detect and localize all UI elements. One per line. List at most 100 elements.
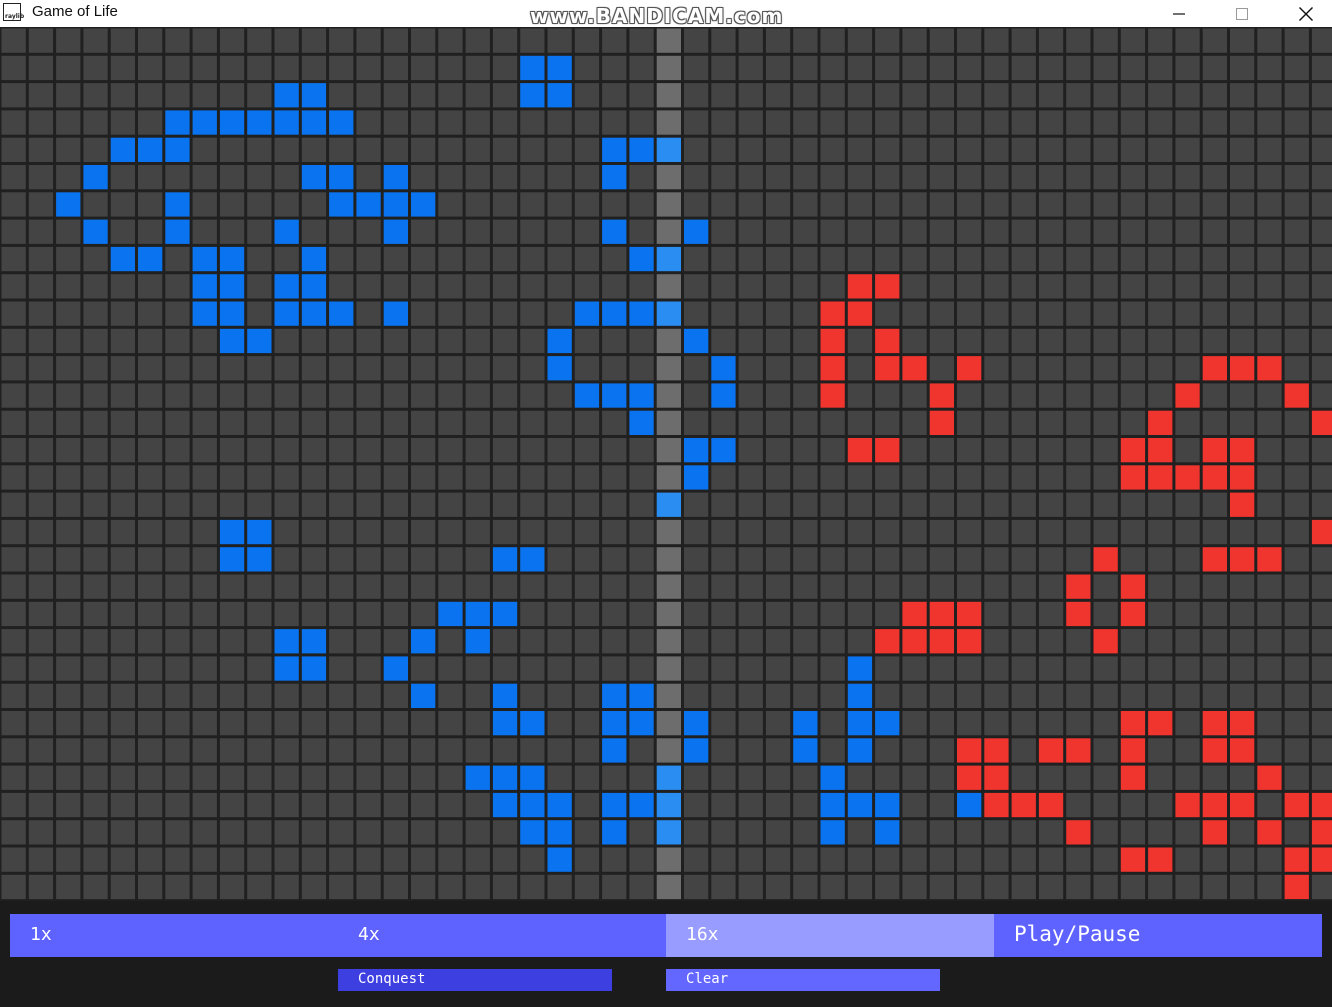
empty-cell[interactable] <box>984 820 1009 845</box>
empty-cell[interactable] <box>957 492 982 517</box>
empty-cell[interactable] <box>1175 738 1200 763</box>
empty-cell[interactable] <box>356 165 381 190</box>
empty-cell[interactable] <box>1284 656 1309 681</box>
empty-cell[interactable] <box>820 519 845 545</box>
empty-cell[interactable] <box>329 328 354 354</box>
empty-cell[interactable] <box>1175 519 1200 545</box>
empty-cell[interactable] <box>929 574 954 599</box>
empty-cell[interactable] <box>738 274 763 299</box>
empty-cell[interactable] <box>56 410 81 435</box>
empty-cell[interactable] <box>83 83 108 108</box>
empty-cell[interactable] <box>438 55 463 81</box>
empty-cell[interactable] <box>1066 656 1091 681</box>
empty-cell[interactable] <box>984 110 1009 135</box>
empty-cell[interactable] <box>684 246 709 272</box>
empty-cell[interactable] <box>574 246 600 272</box>
blue-cell[interactable] <box>492 547 518 572</box>
empty-cell[interactable] <box>738 601 763 627</box>
empty-cell[interactable] <box>329 383 354 408</box>
blue-cell[interactable] <box>411 683 436 708</box>
empty-cell[interactable] <box>711 110 736 135</box>
empty-cell[interactable] <box>192 28 217 53</box>
empty-cell[interactable] <box>765 356 791 381</box>
speed-16x-button[interactable]: 16x <box>666 914 994 957</box>
empty-cell[interactable] <box>1148 492 1173 517</box>
empty-cell[interactable] <box>684 874 709 900</box>
empty-cell[interactable] <box>383 683 408 708</box>
red-cell[interactable] <box>1311 410 1332 435</box>
close-icon[interactable] <box>1283 0 1329 27</box>
empty-cell[interactable] <box>929 246 954 272</box>
blue-cell[interactable] <box>711 383 736 408</box>
empty-cell[interactable] <box>301 28 327 53</box>
empty-cell[interactable] <box>83 683 108 708</box>
divider-cell[interactable] <box>656 83 681 108</box>
empty-cell[interactable] <box>875 847 900 872</box>
red-cell[interactable] <box>1066 738 1091 763</box>
empty-cell[interactable] <box>329 847 354 872</box>
empty-cell[interactable] <box>793 219 818 244</box>
empty-cell[interactable] <box>847 629 873 654</box>
empty-cell[interactable] <box>1120 383 1146 408</box>
empty-cell[interactable] <box>1311 55 1332 81</box>
empty-cell[interactable] <box>301 765 327 790</box>
empty-cell[interactable] <box>1038 683 1064 708</box>
empty-cell[interactable] <box>1066 328 1091 354</box>
empty-cell[interactable] <box>902 137 927 162</box>
empty-cell[interactable] <box>547 301 572 326</box>
empty-cell[interactable] <box>1202 192 1227 217</box>
empty-cell[interactable] <box>356 465 381 490</box>
empty-cell[interactable] <box>247 765 272 790</box>
empty-cell[interactable] <box>929 765 954 790</box>
empty-cell[interactable] <box>1 683 26 708</box>
empty-cell[interactable] <box>793 656 818 681</box>
empty-cell[interactable] <box>1257 219 1282 244</box>
empty-cell[interactable] <box>765 656 791 681</box>
empty-cell[interactable] <box>192 519 217 545</box>
empty-cell[interactable] <box>793 547 818 572</box>
empty-cell[interactable] <box>1011 547 1036 572</box>
empty-cell[interactable] <box>520 383 545 408</box>
empty-cell[interactable] <box>574 629 600 654</box>
empty-cell[interactable] <box>1175 219 1200 244</box>
empty-cell[interactable] <box>138 820 163 845</box>
empty-cell[interactable] <box>1257 55 1282 81</box>
empty-cell[interactable] <box>274 847 299 872</box>
empty-cell[interactable] <box>1284 629 1309 654</box>
empty-cell[interactable] <box>247 656 272 681</box>
empty-cell[interactable] <box>1066 83 1091 108</box>
empty-cell[interactable] <box>110 110 135 135</box>
red-cell[interactable] <box>1230 356 1255 381</box>
empty-cell[interactable] <box>28 55 54 81</box>
red-cell[interactable] <box>1038 792 1064 818</box>
empty-cell[interactable] <box>438 219 463 244</box>
empty-cell[interactable] <box>219 711 245 736</box>
empty-cell[interactable] <box>1175 192 1200 217</box>
empty-cell[interactable] <box>984 492 1009 517</box>
blue-cell[interactable] <box>520 547 545 572</box>
empty-cell[interactable] <box>875 110 900 135</box>
red-cell[interactable] <box>1257 820 1282 845</box>
empty-cell[interactable] <box>1066 28 1091 53</box>
empty-cell[interactable] <box>1011 219 1036 244</box>
empty-cell[interactable] <box>1 410 26 435</box>
empty-cell[interactable] <box>1175 574 1200 599</box>
empty-cell[interactable] <box>957 547 982 572</box>
empty-cell[interactable] <box>411 356 436 381</box>
empty-cell[interactable] <box>301 820 327 845</box>
empty-cell[interactable] <box>1120 301 1146 326</box>
blue-cell[interactable] <box>847 792 873 818</box>
empty-cell[interactable] <box>301 328 327 354</box>
empty-cell[interactable] <box>438 656 463 681</box>
empty-cell[interactable] <box>138 792 163 818</box>
red-cell[interactable] <box>847 438 873 463</box>
empty-cell[interactable] <box>847 465 873 490</box>
empty-cell[interactable] <box>247 683 272 708</box>
empty-cell[interactable] <box>329 874 354 900</box>
empty-cell[interactable] <box>1284 683 1309 708</box>
empty-cell[interactable] <box>711 301 736 326</box>
empty-cell[interactable] <box>247 820 272 845</box>
empty-cell[interactable] <box>492 55 518 81</box>
red-cell[interactable] <box>1175 792 1200 818</box>
empty-cell[interactable] <box>1257 847 1282 872</box>
